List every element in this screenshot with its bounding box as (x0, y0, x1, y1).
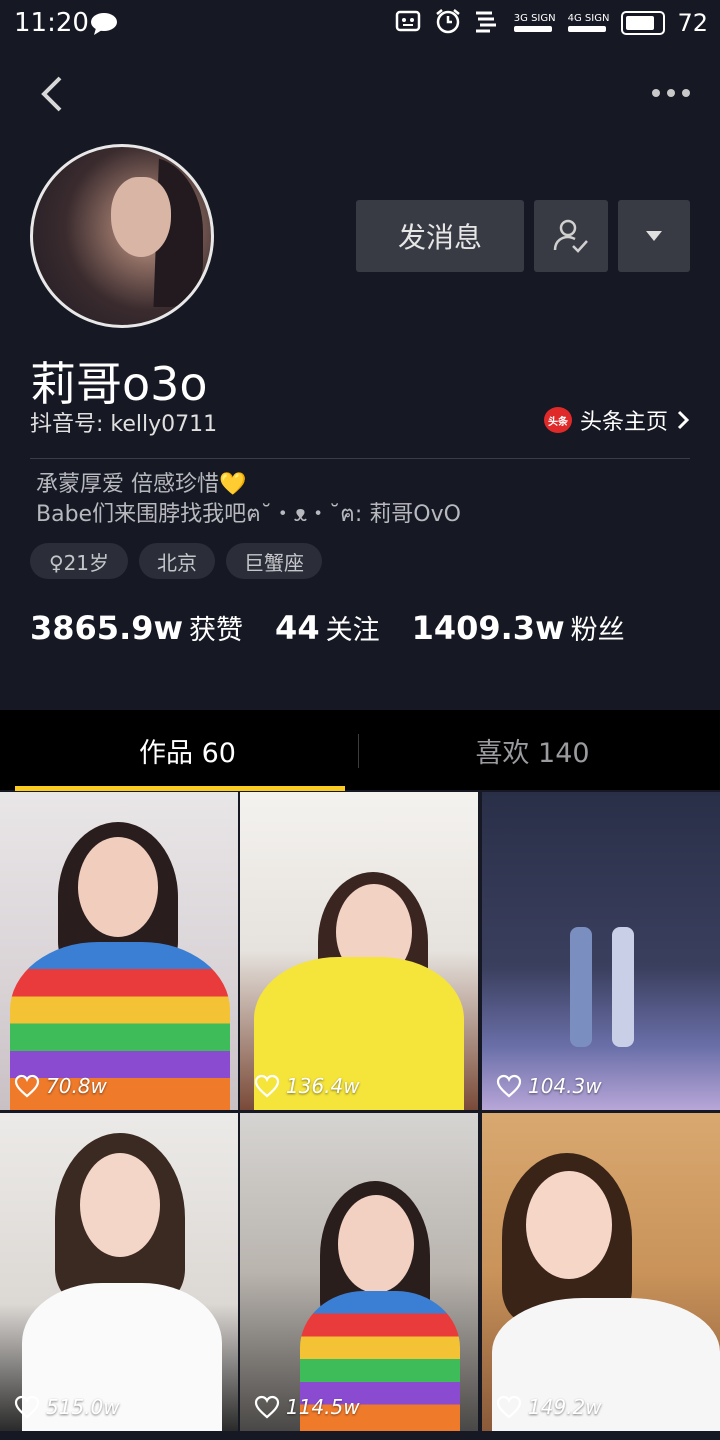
alarm-icon (434, 8, 462, 38)
recommend-dropdown-button[interactable] (618, 200, 690, 272)
user-check-icon (553, 219, 588, 253)
toutiao-homepage-link[interactable]: 头条 头条主页 (543, 404, 690, 436)
video-like-count-label: 149.2w (528, 1395, 602, 1419)
heart-icon (496, 1074, 522, 1098)
bio-line-1: 承蒙厚爱 倍感珍惜💛 (36, 472, 247, 497)
status-bar: 11:20 3G SIGN 4G SIGN 72 (0, 0, 720, 48)
heart-icon (254, 1395, 280, 1419)
chevron-left-icon (41, 76, 62, 112)
more-dots-icon (652, 89, 690, 97)
tag-age: ♀21岁 (30, 543, 128, 579)
robot-icon (394, 9, 422, 37)
following-label[interactable]: 关注 (326, 608, 380, 647)
status-time: 11:20 (14, 8, 89, 38)
video-like-count-label: 515.0w (46, 1395, 120, 1419)
tag-zodiac: 巨蟹座 (226, 543, 322, 579)
heart-icon (496, 1395, 522, 1419)
heart-icon (14, 1074, 40, 1098)
fans-label[interactable]: 粉丝 (571, 608, 625, 647)
video-like-count-label: 114.5w (286, 1395, 360, 1419)
tab-divider (358, 734, 359, 768)
more-options-button[interactable] (646, 80, 696, 106)
video-like-count: 149.2w (496, 1395, 602, 1419)
heart-icon (254, 1074, 280, 1098)
profile-tabs: 作品 60 喜欢 140 (0, 710, 720, 791)
profile-nickname: 莉哥o3o (30, 357, 208, 411)
video-thumbnail[interactable]: 70.8w (0, 792, 238, 1110)
video-like-count: 136.4w (254, 1074, 360, 1098)
video-thumbnail[interactable]: 104.3w (482, 792, 720, 1110)
douyin-id: 抖音号: kelly0711 (30, 412, 218, 437)
video-thumbnail[interactable]: 136.4w (240, 792, 478, 1110)
followed-button[interactable] (534, 200, 608, 272)
video-like-count-label: 70.8w (46, 1074, 107, 1098)
video-like-count: 104.3w (496, 1074, 602, 1098)
signal-4g-icon: 4G SIGN (567, 13, 610, 32)
video-like-count: 70.8w (14, 1074, 107, 1098)
toutiao-link-label: 头条主页 (579, 410, 668, 435)
divider (30, 458, 690, 459)
profile-stats: 3865.9w 获赞 44 关注 1409.3w 粉丝 (30, 608, 657, 647)
back-button[interactable] (36, 74, 76, 114)
tab-works[interactable]: 作品 60 (15, 710, 360, 790)
bio-line-2: Babe们来围脖找我吧ฅ˘・ᴥ・˘ฅ: 莉哥OvO (36, 502, 461, 527)
likes-label: 获赞 (189, 615, 244, 646)
video-like-count-label: 136.4w (286, 1074, 360, 1098)
following-count[interactable]: 44 (275, 609, 320, 647)
video-thumbnail[interactable]: 515.0w (0, 1113, 238, 1431)
chevron-right-icon (677, 410, 690, 430)
status-icons: 3G SIGN 4G SIGN 72 (394, 8, 708, 38)
tab-likes[interactable]: 喜欢 140 (360, 710, 705, 790)
video-thumbnail[interactable]: 149.2w (482, 1113, 720, 1431)
video-like-count-label: 104.3w (528, 1074, 602, 1098)
tag-city: 北京 (139, 543, 215, 579)
chat-bubble-icon (90, 12, 118, 40)
toutiao-logo-icon: 头条 (543, 407, 572, 433)
signal-3g-icon: 3G SIGN (513, 13, 556, 32)
video-thumbnail[interactable]: 114.5w (240, 1113, 478, 1431)
send-message-button[interactable]: 发消息 (356, 200, 524, 272)
likes-count: 3865.9w (30, 609, 184, 647)
profile-avatar[interactable] (30, 144, 214, 328)
heart-icon (14, 1395, 40, 1419)
fans-count[interactable]: 1409.3w (412, 609, 565, 647)
video-like-count: 515.0w (14, 1395, 120, 1419)
battery-icon (621, 11, 666, 35)
video-grid: 70.8w 136.4w 104.3w 515.0w 114.5w 149.2w (0, 790, 720, 1440)
video-like-count: 114.5w (254, 1395, 360, 1419)
battery-level: 72 (677, 9, 708, 37)
triangle-down-icon (646, 231, 662, 241)
data-transfer-icon (474, 9, 502, 37)
signal-3g-label: 3G SIGN (513, 13, 556, 24)
signal-4g-label: 4G SIGN (567, 13, 610, 24)
